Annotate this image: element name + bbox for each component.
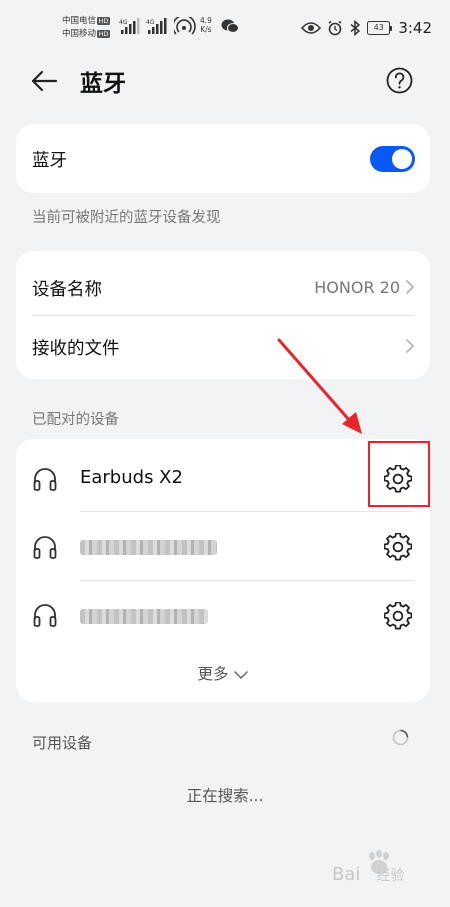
annotation-arrow <box>277 338 362 434</box>
status-bar: 中国电信 HD 中国移动 HD 4G 4G 4.9 K/s 43 3:42 <box>0 0 450 56</box>
carrier-2: 中国移动 <box>62 29 97 39</box>
more-button[interactable]: 更多 <box>16 662 430 684</box>
help-icon[interactable] <box>386 67 413 94</box>
svg-text:4G: 4G <box>119 19 128 26</box>
blurred-device-name <box>80 540 217 555</box>
gear-icon[interactable] <box>384 533 412 561</box>
carrier-info: 中国电信 HD 中国移动 HD <box>62 15 110 41</box>
net-speed: 4.9 K/s <box>200 16 212 34</box>
title-bar: 蓝牙 <box>0 56 450 106</box>
blurred-device-name <box>80 609 208 624</box>
status-icons: 43 3:42 <box>301 16 432 40</box>
divider <box>80 511 414 512</box>
baidu-watermark: Bai 经验 <box>332 850 424 896</box>
battery-indicator: 43 <box>367 21 393 35</box>
highlight-box <box>368 441 430 507</box>
hd-badge: HD <box>97 29 110 38</box>
chevron-right-icon <box>406 280 415 294</box>
available-section-label: 可用设备 <box>32 734 93 752</box>
paired-device-name: Earbuds X2 <box>80 467 183 488</box>
page-title: 蓝牙 <box>80 71 126 97</box>
toggle-knob <box>392 149 412 169</box>
back-arrow-icon[interactable] <box>29 66 59 96</box>
chevron-down-icon <box>233 670 248 679</box>
svg-text:4G: 4G <box>146 19 155 26</box>
signal-icon: 4G <box>119 18 140 34</box>
divider <box>32 315 414 316</box>
eye-icon <box>301 22 322 34</box>
headset-icon <box>33 468 57 491</box>
bluetooth-label: 蓝牙 <box>32 151 67 171</box>
paired-section-label: 已配对的设备 <box>32 412 119 428</box>
wechat-icon <box>221 19 239 33</box>
alarm-icon <box>328 20 342 36</box>
clock: 3:42 <box>398 19 432 37</box>
gear-icon[interactable] <box>384 602 412 630</box>
more-label: 更多 <box>197 665 229 683</box>
visibility-hint: 当前可被附近的蓝牙设备发现 <box>32 210 221 226</box>
bluetooth-toggle[interactable] <box>370 146 415 172</box>
bluetooth-toggle-card: 蓝牙 <box>16 124 430 193</box>
received-files-label: 接收的文件 <box>32 339 120 359</box>
carrier-1: 中国电信 <box>62 16 97 26</box>
searching-status: 正在搜索... <box>186 787 264 805</box>
hd-badge: HD <box>97 16 110 25</box>
bluetooth-icon <box>350 20 361 36</box>
divider <box>80 580 414 581</box>
signal-icon: 4G <box>146 18 167 34</box>
hotspot-icon <box>174 17 196 35</box>
device-name-value: HONOR 20 <box>314 278 400 297</box>
headset-icon <box>33 604 57 627</box>
headset-icon <box>33 536 57 559</box>
loading-spinner-icon <box>392 729 409 746</box>
device-name-label: 设备名称 <box>32 280 102 300</box>
chevron-right-icon <box>406 339 415 353</box>
watermark-text: Bai 经验 <box>332 864 405 885</box>
